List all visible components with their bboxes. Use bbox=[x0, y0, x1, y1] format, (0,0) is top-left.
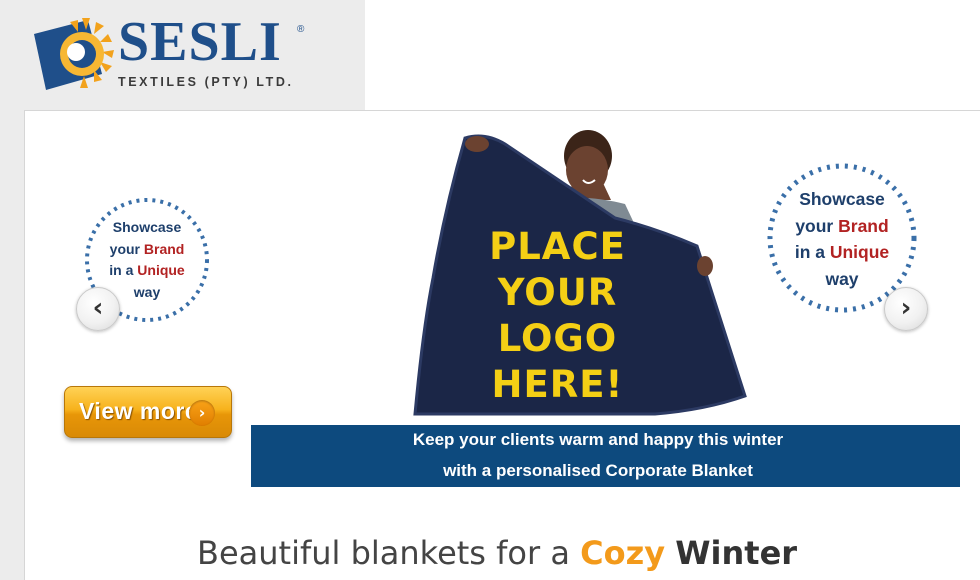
page-heading: Beautiful blankets for a Cozy Winter bbox=[197, 534, 798, 572]
view-more-button[interactable]: View more › bbox=[64, 386, 232, 438]
brand-name: SESLI bbox=[118, 11, 282, 73]
hero-blanket-image: PLACE YOUR LOGO HERE! bbox=[405, 128, 750, 426]
caption-line: with a personalised Corporate Blanket bbox=[443, 461, 753, 480]
registered-mark: ® bbox=[297, 24, 305, 35]
brand-subtitle: TEXTILES (PTY) LTD. bbox=[118, 75, 294, 89]
caption-line: Keep your clients warm and happy this wi… bbox=[412, 430, 784, 449]
badge-right-text: Showcase your Brand in a Unique way bbox=[794, 189, 890, 289]
hero-placeholder-text: PLACE YOUR LOGO HERE! bbox=[489, 225, 626, 406]
chevron-right-icon: › bbox=[900, 293, 912, 323]
view-more-label: View more bbox=[79, 398, 199, 424]
chevron-left-icon: ‹ bbox=[92, 293, 104, 323]
logo[interactable]: SESLI ® TEXTILES (PTY) LTD. bbox=[0, 0, 365, 110]
slide-caption: Keep your clients warm and happy this wi… bbox=[251, 425, 960, 487]
sesli-logo-icon bbox=[34, 18, 114, 90]
slider-prev-button[interactable]: ‹ bbox=[76, 287, 120, 331]
chevron-right-icon: › bbox=[189, 400, 215, 426]
slider-next-button[interactable]: › bbox=[884, 287, 928, 331]
